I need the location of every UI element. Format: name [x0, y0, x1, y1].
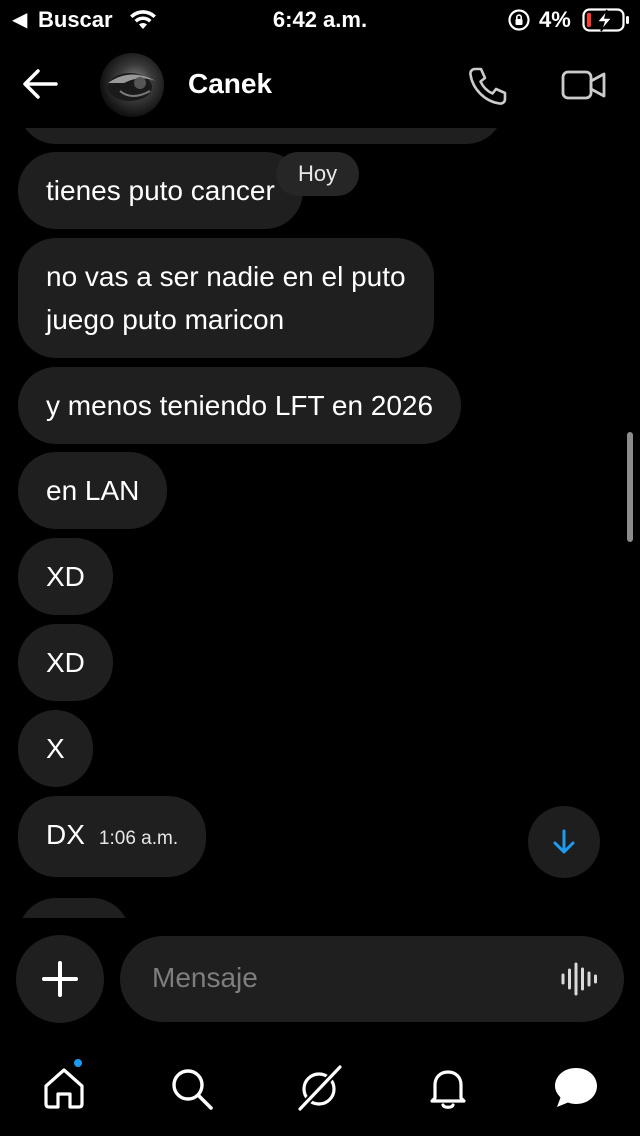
message-bubble-partial[interactable]	[18, 128, 504, 144]
scrollbar[interactable]	[627, 432, 633, 542]
conversation-header: Canek	[0, 48, 640, 124]
message-text: y menos teniendo LFT en 2026	[46, 390, 434, 421]
orientation-lock-icon	[507, 8, 531, 37]
message-bubble[interactable]: no vas a ser nadie en el puto juego puto…	[18, 238, 434, 358]
voice-message-button[interactable]	[560, 960, 600, 998]
message-bubble[interactable]: XD	[18, 538, 113, 615]
message-bubble[interactable]: XD	[18, 624, 113, 701]
message-timestamp: 1:06 a.m.	[98, 828, 179, 849]
message-text: no vas a ser nadie en el puto juego puto…	[46, 261, 406, 335]
nav-home[interactable]	[40, 1057, 88, 1112]
message-text: tienes puto cancer	[46, 175, 275, 206]
plus-icon	[42, 961, 78, 997]
date-divider: Hoy	[276, 152, 360, 196]
back-button[interactable]	[20, 66, 60, 102]
bell-icon	[430, 1070, 466, 1109]
nav-notifications[interactable]	[424, 1064, 472, 1112]
contact-avatar[interactable]	[100, 53, 164, 117]
audio-waveform-icon	[561, 962, 597, 996]
message-bubble[interactable]: tienes puto cancer	[18, 152, 303, 229]
nav-search[interactable]	[167, 1064, 215, 1112]
arrow-down-icon	[553, 829, 575, 854]
bottom-navigation	[0, 1050, 640, 1136]
message-text: XD	[46, 647, 85, 678]
chat-bubble-icon	[555, 1068, 597, 1107]
status-bar: ◀ Buscar 6:42 a.m. 4%	[0, 0, 640, 40]
video-camera-icon	[561, 70, 606, 100]
voice-call-button[interactable]	[466, 64, 510, 108]
battery-percentage: 4%	[539, 7, 571, 32]
message-bubble[interactable]: X	[18, 710, 93, 787]
video-call-button[interactable]	[560, 66, 608, 106]
message-bubble[interactable]: DX 1:06 a.m.	[18, 796, 207, 877]
message-text: DX	[46, 819, 85, 850]
nav-messages[interactable]	[552, 1064, 600, 1112]
message-bubble-partial[interactable]	[18, 898, 130, 918]
nav-grok[interactable]	[296, 1064, 344, 1112]
battery-icon	[582, 7, 630, 38]
attach-button[interactable]	[16, 935, 104, 1023]
message-text: X	[46, 733, 65, 764]
contact-name[interactable]: Canek	[188, 68, 272, 100]
home-icon	[44, 1068, 84, 1109]
message-text: XD	[46, 561, 85, 592]
message-bubble[interactable]: en LAN	[18, 452, 168, 529]
phone-icon	[469, 67, 507, 105]
home-notification-badge	[72, 1057, 84, 1069]
message-text: en LAN	[46, 475, 140, 506]
scroll-to-bottom-button[interactable]	[528, 806, 600, 878]
grok-icon	[297, 1064, 343, 1112]
message-input[interactable]: Mensaje	[120, 936, 624, 1022]
search-icon	[172, 1069, 213, 1110]
message-list[interactable]: tienes puto cancer Hoy no vas a ser nadi…	[0, 128, 640, 918]
message-input-placeholder: Mensaje	[152, 962, 258, 993]
message-bubble[interactable]: y menos teniendo LFT en 2026	[18, 367, 462, 444]
